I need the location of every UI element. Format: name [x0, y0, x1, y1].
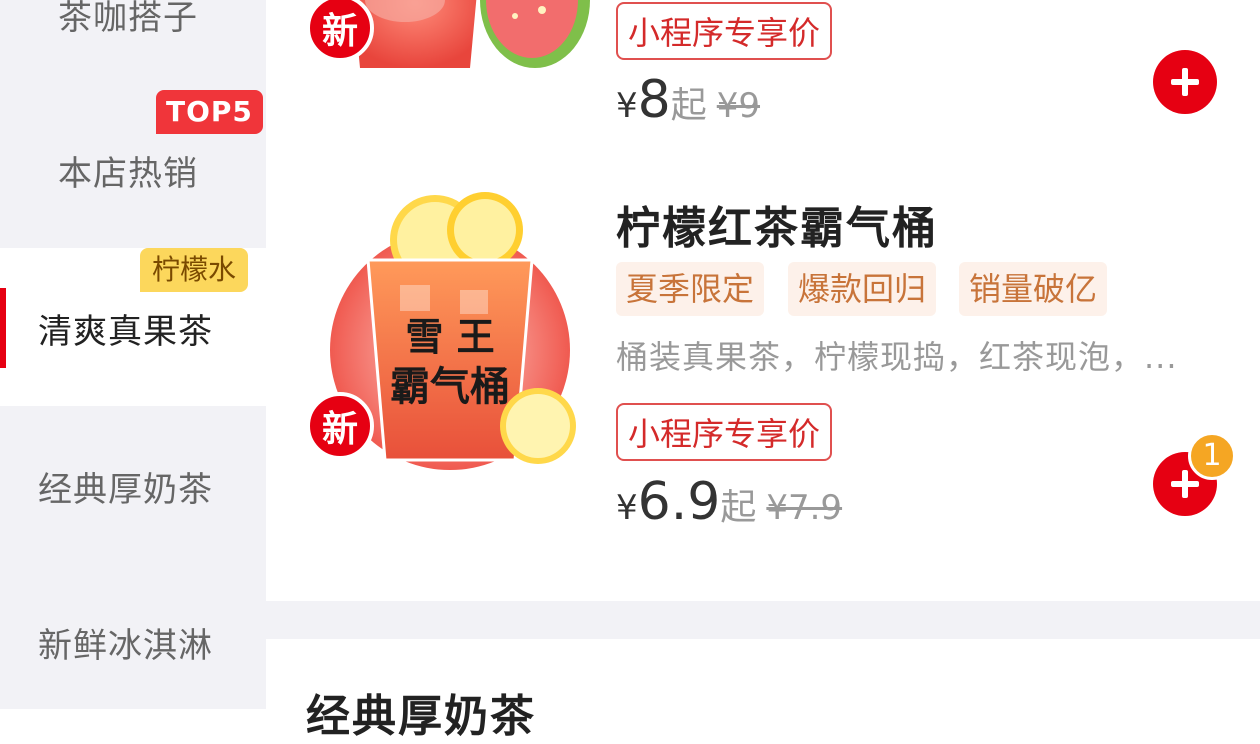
- price-value: 8: [637, 70, 671, 130]
- active-indicator: [0, 288, 6, 368]
- svg-text:霸气桶: 霸气桶: [390, 364, 510, 410]
- top5-badge: TOP5: [156, 90, 263, 134]
- price: ¥8起 ¥9: [616, 70, 760, 130]
- section-title: 经典厚奶茶: [306, 691, 536, 742]
- sidebar-item-tea-coffee[interactable]: 茶咖搭子: [0, 0, 266, 100]
- section-divider: [266, 601, 1260, 639]
- price-unit: 起: [720, 487, 757, 528]
- mini-program-price-tag: 小程序专享价: [616, 403, 833, 461]
- product-name: 柠檬红茶霸气桶: [616, 203, 938, 254]
- product-description: 桶装真果茶，柠檬现捣，红茶现泡，...: [616, 338, 1178, 376]
- sidebar-item-label: 新鲜冰淇淋: [38, 626, 213, 666]
- sidebar-item-label: 茶咖搭子: [58, 0, 198, 38]
- original-price: ¥7.9: [766, 488, 843, 528]
- tag-summer-limited: 夏季限定: [616, 262, 765, 316]
- sidebar-item-milk-tea[interactable]: 经典厚奶茶: [0, 406, 266, 564]
- lemonade-badge: 柠檬水: [140, 248, 249, 292]
- cart-count-badge: 1: [1188, 432, 1236, 480]
- add-to-cart-button[interactable]: [1153, 50, 1217, 114]
- original-price: ¥9: [716, 86, 761, 126]
- tag-sales-100m: 销量破亿: [959, 262, 1108, 316]
- price-unit: 起: [670, 85, 707, 126]
- sidebar-item-label: 清爽真果茶: [38, 312, 213, 352]
- currency-symbol: ¥: [616, 86, 638, 126]
- sidebar-item-hot-sales[interactable]: TOP5 本店热销: [0, 90, 266, 248]
- currency-symbol: ¥: [616, 488, 638, 528]
- sidebar-item-ice-cream[interactable]: 新鲜冰淇淋: [0, 564, 266, 722]
- category-sidebar: 茶咖搭子 TOP5 本店热销 柠檬水 清爽真果茶 经典厚奶茶 新鲜冰淇淋: [0, 0, 266, 709]
- sidebar-item-label: 经典厚奶茶: [38, 470, 213, 510]
- tag-hit-return: 爆款回归: [788, 262, 937, 316]
- sidebar-item-fruit-tea[interactable]: 柠檬水 清爽真果茶: [0, 248, 266, 406]
- price-value: 6.9: [637, 472, 721, 532]
- price: ¥6.9起 ¥7.9: [616, 472, 842, 532]
- mini-program-price-tag: 小程序专享价: [616, 2, 833, 60]
- plus-icon: [1171, 68, 1199, 96]
- svg-text:雪 王: 雪 王: [405, 315, 494, 359]
- new-badge: 新: [306, 392, 374, 460]
- sidebar-item-label: 本店热销: [58, 154, 198, 194]
